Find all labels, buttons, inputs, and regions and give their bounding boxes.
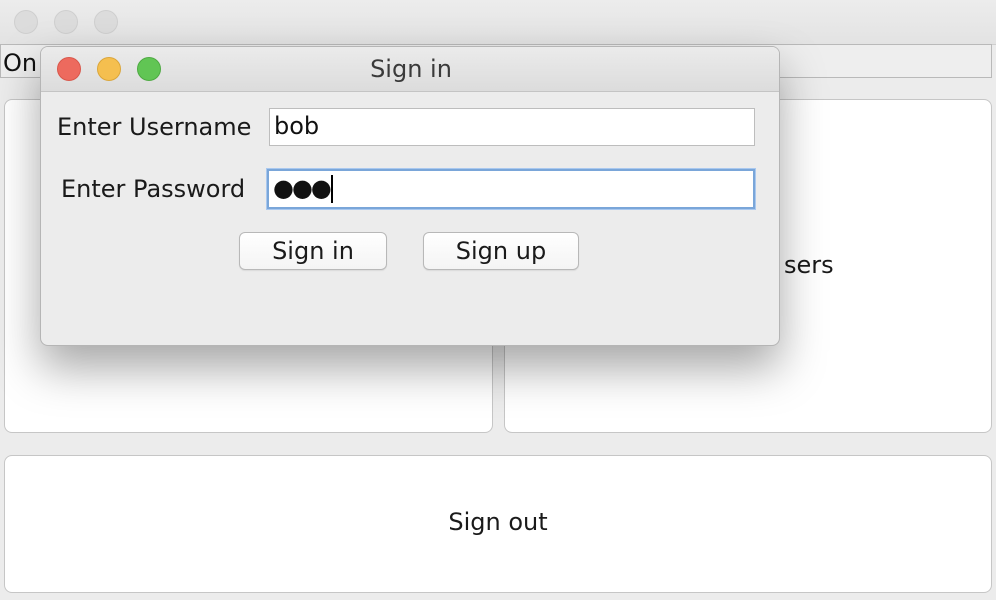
username-label: Enter Username	[57, 113, 252, 141]
sign-out-label: Sign out	[448, 508, 548, 536]
zoom-icon[interactable]	[94, 10, 118, 34]
dialog-titlebar: Sign in	[41, 47, 779, 92]
username-value: bob	[274, 112, 320, 140]
text-caret	[330, 175, 333, 203]
password-field[interactable]: ●●●	[267, 169, 755, 209]
sign-up-button[interactable]: Sign up	[423, 232, 579, 270]
username-field[interactable]: bob	[269, 108, 755, 146]
status-text: On	[3, 49, 38, 77]
main-titlebar	[0, 0, 996, 45]
sign-out-button[interactable]: Sign out	[4, 455, 992, 593]
close-icon[interactable]	[14, 10, 38, 34]
sign-in-dialog: Sign in Enter Username bob Enter Passwor…	[40, 46, 780, 346]
sign-in-button[interactable]: Sign in	[239, 232, 387, 270]
minimize-icon[interactable]	[54, 10, 78, 34]
right-panel-label: sers	[784, 251, 834, 279]
password-masked-value: ●●●	[273, 174, 332, 202]
dialog-title: Sign in	[370, 55, 452, 83]
password-label: Enter Password	[61, 175, 246, 203]
